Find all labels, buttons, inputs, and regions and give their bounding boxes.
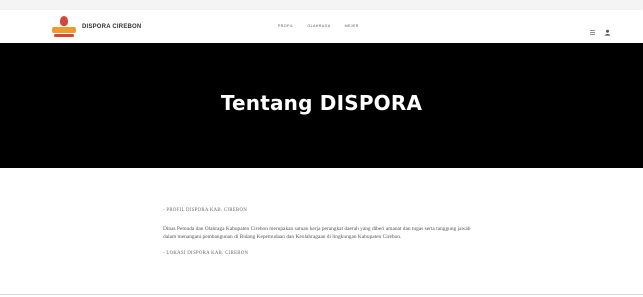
logo-swoosh (54, 34, 74, 37)
section-paragraph-profil: Dinas Pemuda dan Olahraga Kabupaten Cire… (163, 226, 471, 240)
hero-banner: Tentang DISPORA (0, 43, 643, 168)
dispora-logo-icon (52, 16, 76, 38)
page-title: Tentang DISPORA (220, 91, 423, 115)
browser-top-band (0, 0, 643, 10)
logo-bar (52, 27, 76, 33)
nav-link-mejer[interactable]: Mejer (345, 24, 359, 28)
nav-link-olahraga[interactable]: Olahraga (307, 24, 330, 28)
section-heading-profil: - PROFIL DISPORA KAB. CIREBON (163, 208, 248, 213)
logo-flame (60, 16, 68, 26)
navbar: DISPORA CIREBON Profil Olahraga Mejer (0, 10, 643, 43)
divider (0, 294, 643, 295)
section-heading-lokasi: - LOKASI DISPORA KAB. CIREBON (163, 251, 249, 256)
page: DISPORA CIREBON Profil Olahraga Mejer (0, 0, 643, 297)
nav-link-profil[interactable]: Profil (278, 24, 293, 28)
menu-icon[interactable] (589, 23, 596, 35)
brand-name: DISPORA CIREBON (82, 24, 142, 30)
nav-icons (589, 23, 611, 36)
brand[interactable]: DISPORA CIREBON (52, 15, 141, 39)
content-section: - PROFIL DISPORA KAB. CIREBON Dinas Pemu… (163, 208, 493, 256)
nav-links: Profil Olahraga Mejer (278, 24, 359, 28)
user-icon[interactable] (604, 23, 611, 36)
